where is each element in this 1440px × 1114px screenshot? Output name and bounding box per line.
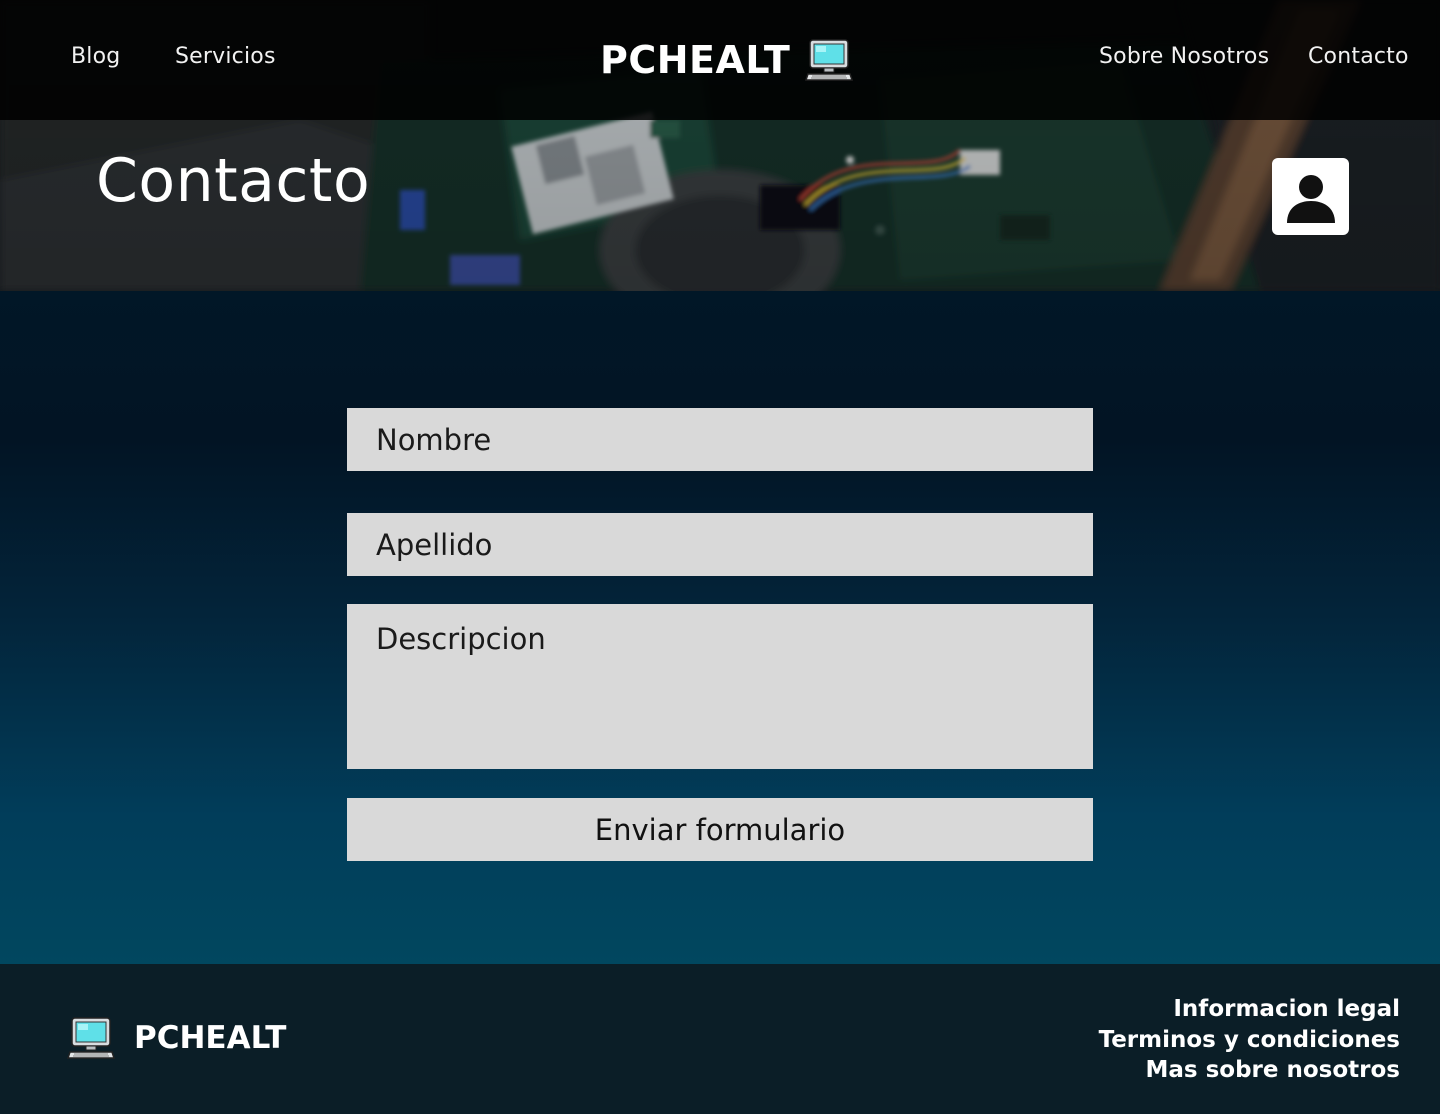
page-title: Contacto — [96, 146, 371, 216]
footer-brand-name: PCHEALT — [134, 1020, 287, 1056]
computer-icon — [66, 1017, 116, 1059]
footer-brand[interactable]: PCHEALT — [66, 1016, 286, 1060]
profile-button[interactable] — [1272, 158, 1349, 235]
nombre-input[interactable] — [347, 408, 1093, 471]
user-icon — [1286, 174, 1335, 223]
submit-button[interactable]: Enviar formulario — [347, 798, 1093, 861]
apellido-input[interactable] — [347, 513, 1093, 576]
hero-banner: Blog Servicios PCHEALT Sobre Nosotros Co… — [0, 0, 1440, 291]
nav-link-blog[interactable]: Blog — [71, 44, 120, 69]
brand-name: PCHEALT — [600, 38, 791, 82]
footer: PCHEALT Informacion legal Terminos y con… — [0, 964, 1440, 1114]
footer-links: Informacion legal Terminos y condiciones… — [1099, 994, 1400, 1086]
top-navigation-bar: Blog Servicios PCHEALT Sobre Nosotros Co… — [0, 0, 1440, 120]
brand-logo[interactable]: PCHEALT — [600, 36, 854, 84]
footer-link-mas-sobre-nosotros[interactable]: Mas sobre nosotros — [1099, 1055, 1400, 1086]
descripcion-textarea[interactable] — [347, 604, 1093, 769]
footer-link-terminos[interactable]: Terminos y condiciones — [1099, 1025, 1400, 1056]
contact-form-section: Enviar formulario — [0, 291, 1440, 964]
computer-icon — [805, 39, 854, 81]
nav-link-sobre-nosotros[interactable]: Sobre Nosotros — [1099, 44, 1269, 69]
footer-link-informacion-legal[interactable]: Informacion legal — [1099, 994, 1400, 1025]
nav-link-servicios[interactable]: Servicios — [175, 44, 276, 69]
nav-link-contacto[interactable]: Contacto — [1308, 44, 1409, 69]
